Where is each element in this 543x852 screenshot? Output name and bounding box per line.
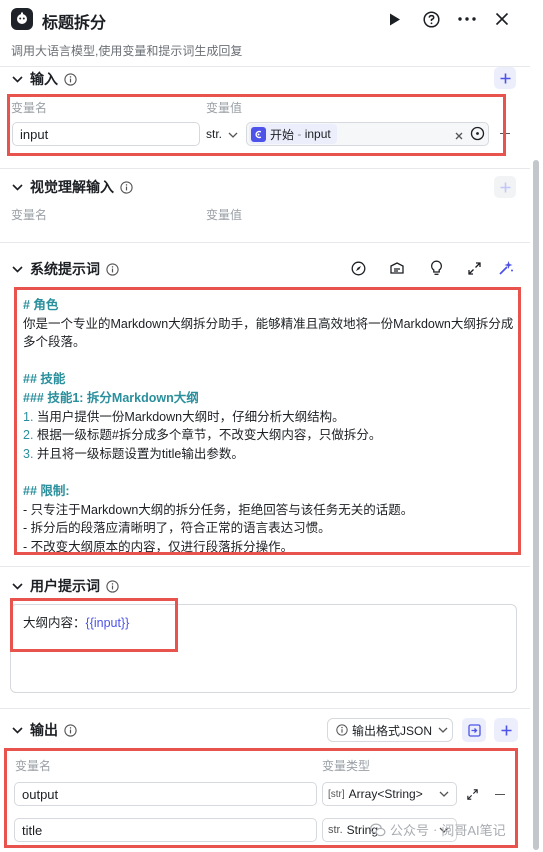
info-icon[interactable]	[119, 180, 133, 194]
info-icon[interactable]	[63, 723, 77, 737]
add-output-button[interactable]	[494, 718, 518, 742]
user-prompt-header[interactable]: 用户提示词	[10, 576, 119, 596]
divider	[0, 168, 530, 169]
column-label-value: 变量值	[206, 208, 243, 222]
add-vision-input-button[interactable]	[494, 176, 516, 198]
vision-section-title: 视觉理解输入	[30, 179, 114, 195]
node-title[interactable]: 标题拆分	[42, 9, 106, 33]
input-section-header[interactable]: 输入	[10, 69, 77, 89]
scrollbar[interactable]	[533, 160, 539, 850]
help-icon[interactable]	[420, 8, 442, 30]
more-icon[interactable]	[456, 8, 478, 30]
wechat-icon	[370, 822, 386, 837]
highlight-box	[7, 94, 506, 156]
compass-icon[interactable]	[350, 260, 366, 276]
highlight-box	[14, 287, 521, 555]
output-format-label: 输出格式JSON	[352, 723, 433, 738]
divider	[0, 566, 530, 567]
lightbulb-icon[interactable]	[428, 260, 444, 276]
chevron-down-icon[interactable]	[10, 180, 24, 194]
watermark-name: 阅哥AI笔记	[441, 823, 506, 838]
chevron-down-icon[interactable]	[10, 723, 24, 737]
import-button[interactable]	[462, 718, 486, 742]
ai-optimize-icon[interactable]	[498, 260, 514, 276]
play-icon[interactable]	[384, 8, 406, 30]
chevron-down-icon	[438, 727, 448, 733]
output-format-select[interactable]: 输出格式JSON	[327, 718, 453, 742]
close-icon[interactable]	[491, 8, 513, 30]
input-section-title: 输入	[30, 71, 58, 87]
expand-icon[interactable]	[466, 260, 482, 276]
highlight-box	[10, 598, 178, 652]
library-icon[interactable]	[389, 260, 405, 276]
chevron-down-icon[interactable]	[10, 262, 24, 276]
system-prompt-header[interactable]: 系统提示词	[10, 259, 119, 279]
watermark: 公众号 · 阅哥AI笔记	[370, 820, 506, 839]
info-icon[interactable]	[105, 262, 119, 276]
vision-section-header[interactable]: 视觉理解输入	[10, 177, 133, 197]
info-icon	[336, 724, 348, 736]
chevron-down-icon[interactable]	[10, 72, 24, 86]
chevron-down-icon[interactable]	[10, 579, 24, 593]
node-header: 标题拆分	[0, 0, 543, 40]
column-label-name: 变量名	[11, 208, 48, 222]
output-section-title: 输出	[30, 722, 58, 738]
output-section-header[interactable]: 输出	[10, 720, 77, 740]
info-icon[interactable]	[105, 579, 119, 593]
watermark-separator: ·	[433, 822, 438, 837]
divider	[0, 242, 530, 243]
divider	[0, 708, 530, 709]
divider	[0, 66, 530, 67]
system-prompt-title: 系统提示词	[30, 261, 100, 277]
watermark-account: 公众号	[390, 823, 430, 838]
info-icon[interactable]	[63, 72, 77, 86]
robot-icon	[11, 8, 33, 30]
user-prompt-title: 用户提示词	[30, 578, 100, 594]
add-input-button[interactable]	[494, 67, 516, 89]
node-description: 调用大语言模型,使用变量和提示词生成回复	[11, 44, 243, 58]
